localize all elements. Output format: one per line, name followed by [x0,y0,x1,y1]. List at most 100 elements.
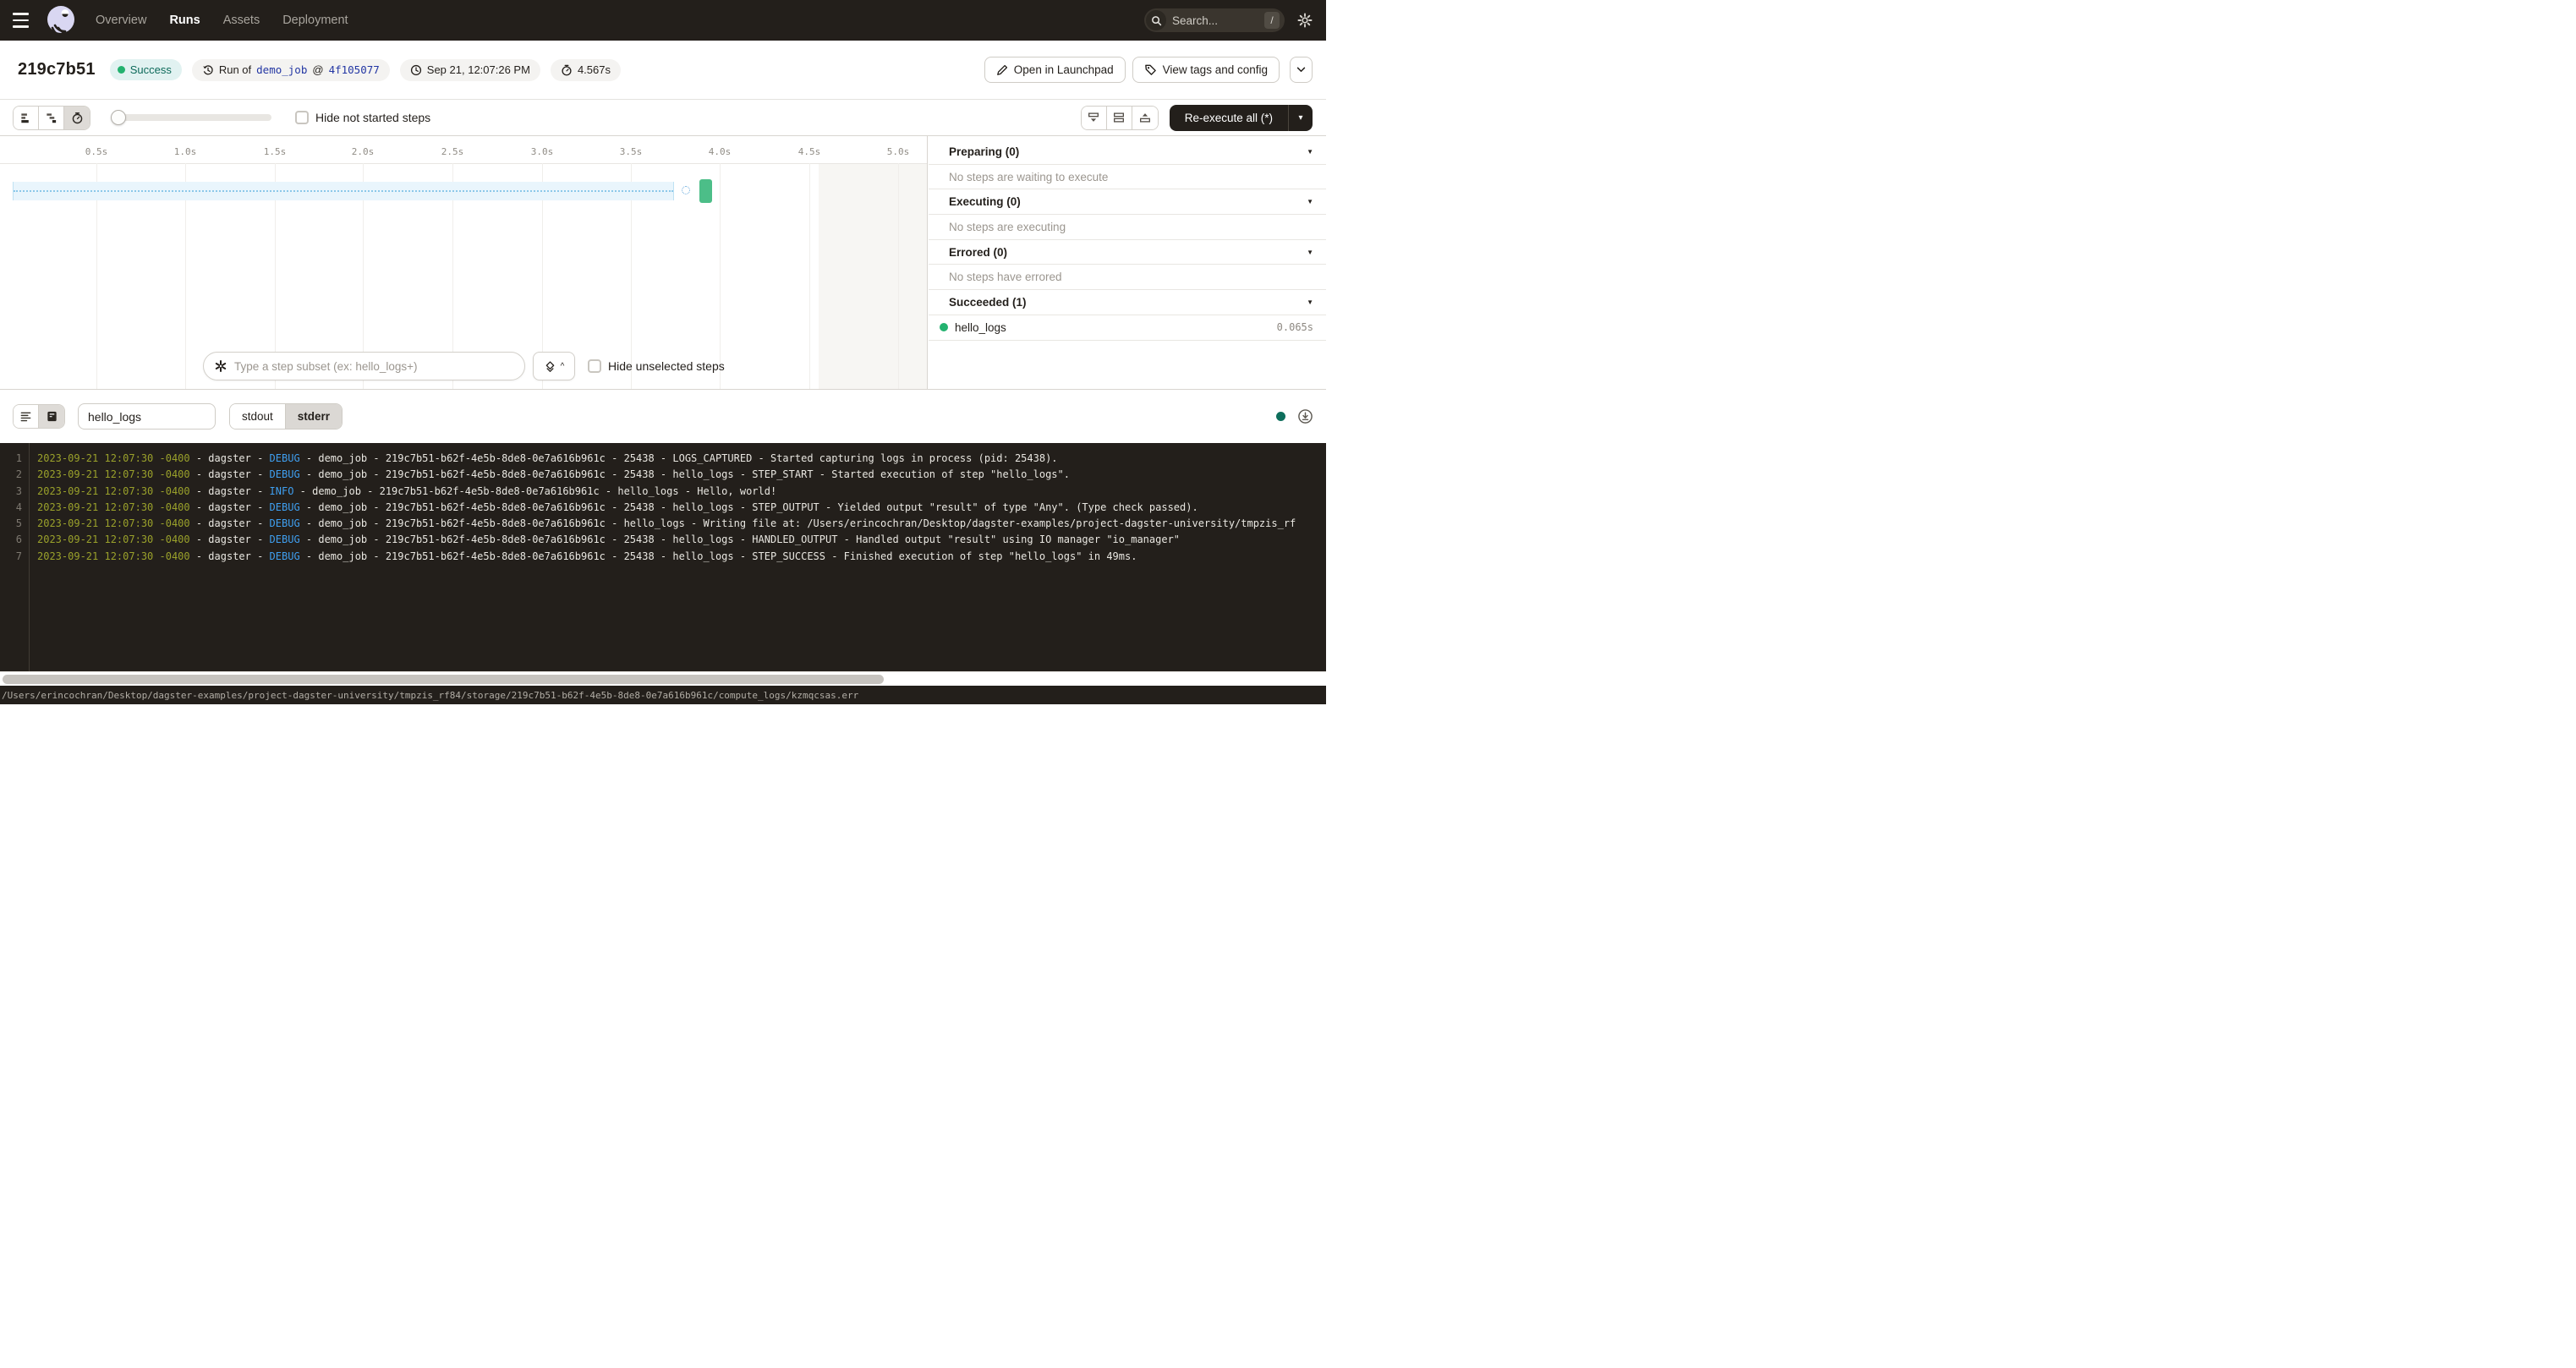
collapse-layers-button[interactable]: ^ [533,352,575,380]
run-actions-dropdown-button[interactable] [1290,57,1313,83]
view-tags-config-button[interactable]: View tags and config [1132,57,1280,83]
run-of-chip: Run of demo_job @ 4f105077 [192,59,390,81]
scrollbar-thumb[interactable] [3,675,884,684]
axis-tick: 4.5s [791,146,828,157]
axis-tick: 2.0s [344,146,381,157]
top-navbar: Overview Runs Assets Deployment / [0,0,1326,41]
slider-thumb[interactable] [111,110,126,125]
split-panels-icon [1112,111,1126,124]
stdout-stderr-tabs: stdout stderr [229,403,343,430]
global-search[interactable]: / [1144,8,1285,32]
log-line: 22023-09-21 12:07:30 -0400 - dagster - D… [0,467,1326,483]
axis-tick: 2.5s [434,146,471,157]
tab-stderr[interactable]: stderr [286,404,342,429]
log-line: 42023-09-21 12:07:30 -0400 - dagster - D… [0,500,1326,516]
gantt-mode-flat-button[interactable] [14,107,39,129]
step-status-panel: Preparing (0) ▼ No steps are waiting to … [929,136,1326,389]
nav-links: Overview Runs Assets Deployment [96,14,348,27]
at-symbol: @ [312,63,323,76]
gantt-view-mode-group [13,106,90,130]
nav-item-deployment[interactable]: Deployment [282,14,348,27]
nav-item-runs[interactable]: Runs [169,14,200,27]
gantt-mode-timed-button[interactable] [64,107,90,129]
status-badge: Success [110,59,182,80]
log-toolbar: stdout stderr [0,390,1326,443]
raw-log-view-button[interactable] [39,405,64,428]
reexecute-all-button[interactable]: Re-execute all (*) ▾ [1170,105,1313,131]
chevron-down-icon [1296,67,1306,73]
search-input[interactable] [1172,14,1250,27]
open-in-launchpad-button[interactable]: Open in Launchpad [984,57,1126,83]
search-icon [1146,10,1166,30]
axis-tick: 0.5s [78,146,115,157]
step-bar-hello-logs[interactable] [699,179,712,203]
status-bar: /Users/erincochran/Desktop/dagster-examp… [0,686,1326,704]
log-step-filter-input[interactable] [78,403,216,430]
timestamp-label: Sep 21, 12:07:26 PM [427,63,530,76]
log-line: 52023-09-21 12:07:30 -0400 - dagster - D… [0,516,1326,532]
nav-item-assets[interactable]: Assets [223,14,260,27]
axis-tick: 4.0s [701,146,738,157]
nav-item-overview[interactable]: Overview [96,14,146,27]
log-line: 12023-09-21 12:07:30 -0400 - dagster - D… [0,451,1326,467]
status-dot-icon [118,66,125,74]
hide-unselected-checkbox[interactable] [588,359,601,373]
tab-stdout[interactable]: stdout [230,404,286,429]
section-header-executing[interactable]: Executing (0) ▼ [929,189,1326,215]
log-line: 62023-09-21 12:07:30 -0400 - dagster - D… [0,532,1326,548]
step-row-hello-logs[interactable]: hello_logs 0.065s [929,315,1326,341]
section-caret-icon: ▼ [1307,249,1313,256]
job-name-link[interactable]: demo_job [256,63,307,76]
settings-gear-icon[interactable] [1297,13,1313,28]
section-header-preparing[interactable]: Preparing (0) ▼ [929,140,1326,165]
hide-not-started-checkbox[interactable] [295,111,309,124]
log-line: 72023-09-21 12:07:30 -0400 - dagster - D… [0,549,1326,565]
dagster-logo-icon[interactable] [45,4,77,36]
section-caret-icon: ▼ [1307,148,1313,156]
list-lines-icon [19,410,32,423]
axis-tick: 3.0s [523,146,561,157]
pencil-icon [996,64,1008,76]
section-empty-preparing: No steps are waiting to execute [929,165,1326,190]
gantt-mode-waterfall-button[interactable] [39,107,64,129]
expand-up-icon [1138,111,1152,124]
step-subset-row: ^ Hide unselected steps [0,351,928,381]
log-line: 32023-09-21 12:07:30 -0400 - dagster - I… [0,484,1326,500]
reexecute-dropdown-caret[interactable]: ▾ [1289,113,1313,123]
search-shortcut-key: / [1264,12,1280,29]
download-logs-icon[interactable] [1297,408,1313,424]
gantt-toolbar: Hide not started steps [0,100,1326,136]
collapse-bottom-panel-button[interactable] [1082,107,1107,129]
snapshot-id-link[interactable]: 4f105077 [329,63,380,76]
op-selector-icon [214,359,227,373]
compute-log-path: /Users/erincochran/Desktop/dagster-examp… [2,690,858,701]
axis-tick: 1.0s [167,146,204,157]
step-subset-input[interactable] [234,360,514,373]
axis-tick: 1.5s [256,146,293,157]
log-capture-status-dot [1276,412,1285,421]
section-empty-errored: No steps have errored [929,265,1326,290]
split-panels-button[interactable] [1107,107,1132,129]
gantt-zoom-slider[interactable] [111,110,271,125]
section-header-succeeded[interactable]: Succeeded (1) ▼ [929,290,1326,315]
step-success-dot-icon [940,323,948,331]
hamburger-menu-icon[interactable] [13,13,33,28]
collapse-down-icon [1087,111,1100,124]
collapse-caret: ^ [561,362,565,371]
structured-log-view-button[interactable] [14,405,39,428]
clock-icon [410,64,422,76]
step-marker-icon [682,186,690,194]
flat-mode-icon [19,112,32,124]
axis-tick: 3.5s [612,146,649,157]
step-name: hello_logs [955,321,1006,334]
section-header-errored[interactable]: Errored (0) ▼ [929,240,1326,265]
duration-label: 4.567s [578,63,611,76]
step-subset-field[interactable] [203,352,525,380]
timestamp-chip: Sep 21, 12:07:26 PM [400,59,540,81]
step-duration: 0.065s [1277,321,1313,333]
axis-tick: 5.0s [880,146,917,157]
expand-top-panel-button[interactable] [1132,107,1158,129]
raw-console-icon [46,410,58,423]
gantt-chart: 0.5s 1.0s 1.5s 2.0s 2.5s 3.0s 3.5s 4.0s … [0,136,928,389]
section-caret-icon: ▼ [1307,198,1313,205]
